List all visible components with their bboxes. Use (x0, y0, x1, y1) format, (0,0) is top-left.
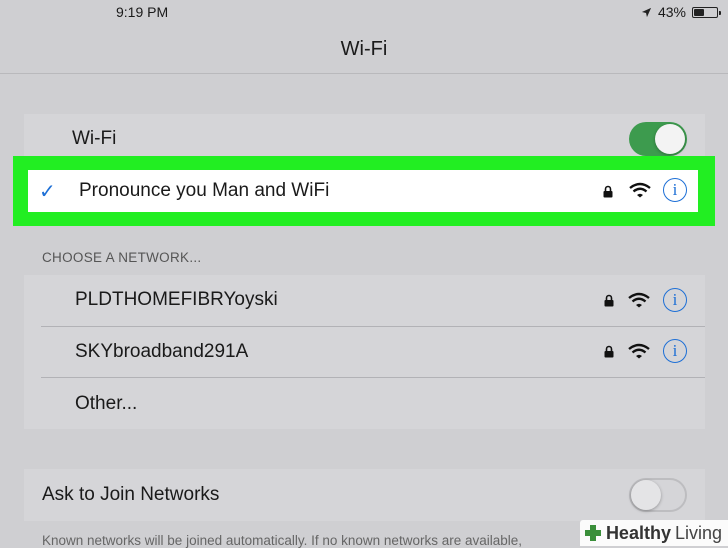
status-time: 9:19 PM (116, 4, 169, 20)
current-network-name: Pronounce you Man and WiFi (79, 180, 330, 201)
info-icon[interactable]: i (663, 288, 687, 312)
battery-percent: 43% (657, 4, 686, 20)
page-title: Wi-Fi (340, 38, 388, 60)
watermark-brand: Healthy (605, 522, 671, 543)
wifi-toggle[interactable] (629, 122, 687, 156)
info-icon[interactable]: i (663, 339, 687, 363)
wifi-signal-icon (628, 343, 650, 359)
ask-to-join-label: Ask to Join Networks (42, 484, 220, 505)
network-row[interactable]: PLDTHOMEFIBRYoyski i (24, 275, 705, 326)
battery-icon (692, 6, 721, 18)
toggle-knob (655, 124, 685, 154)
network-list: PLDTHOMEFIBRYoyski i SKYbroadband291A i … (24, 275, 705, 429)
wifi-signal-icon (628, 292, 650, 308)
other-network-row[interactable]: Other... (24, 377, 705, 429)
cross-logo-icon (584, 525, 601, 541)
lock-icon (603, 185, 613, 198)
nav-bar: Wi-Fi (0, 25, 728, 74)
checkmark-icon: ✓ (39, 181, 56, 203)
watermark-suffix: Living (674, 522, 722, 543)
ask-to-join-toggle[interactable] (629, 478, 687, 512)
lock-icon (604, 294, 614, 307)
other-network-label: Other... (75, 393, 138, 414)
network-name: PLDTHOMEFIBRYoyski (75, 289, 278, 310)
current-network-row[interactable]: ✓ Pronounce you Man and WiFi i (28, 170, 698, 212)
info-icon[interactable]: i (663, 178, 687, 202)
network-name: SKYbroadband291A (75, 341, 249, 362)
network-row[interactable]: SKYbroadband291A i (24, 326, 705, 377)
status-indicators: 43% (641, 4, 721, 20)
wifi-toggle-label: Wi-Fi (72, 128, 117, 149)
watermark-logo: Healthy Living (579, 520, 728, 546)
lock-icon (604, 345, 614, 358)
location-arrow-icon (641, 7, 652, 17)
wifi-signal-icon (629, 182, 651, 198)
choose-network-header: CHOOSE A NETWORK... (42, 250, 202, 265)
toggle-knob (631, 480, 661, 510)
